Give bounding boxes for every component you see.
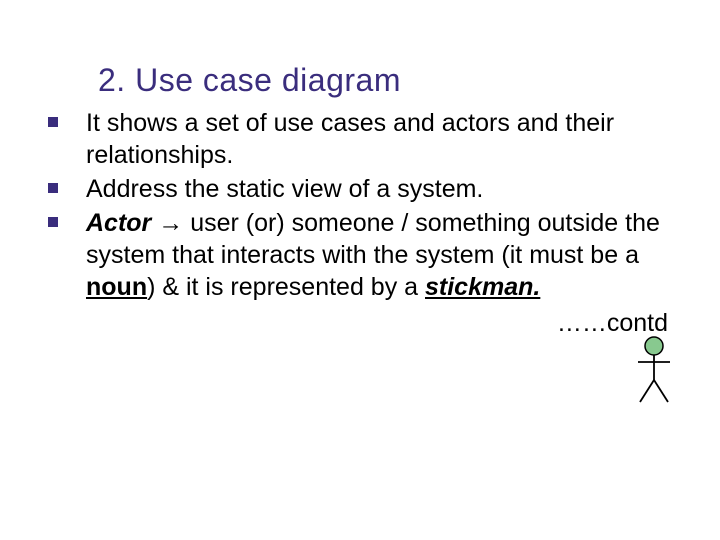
square-bullet-icon (48, 217, 58, 227)
slide-title: 2. Use case diagram (98, 62, 680, 99)
actor-term: Actor (86, 209, 151, 237)
arrow-glyph: → (151, 209, 190, 237)
slide: 2. Use case diagram It shows a set of us… (0, 0, 720, 540)
stickman-icon (634, 336, 674, 406)
bullet-text: It shows a set of use cases and actors a… (86, 107, 680, 171)
definition-text: ) & it is represented by a (147, 273, 425, 301)
stickman-term: stickman. (425, 273, 540, 301)
square-bullet-icon (48, 183, 58, 193)
continued-label: ……contd (46, 309, 668, 338)
bullet-text: Address the static view of a system. (86, 173, 680, 205)
slide-body: It shows a set of use cases and actors a… (46, 107, 680, 338)
bullet-item: It shows a set of use cases and actors a… (46, 107, 680, 171)
square-bullet-icon (48, 117, 58, 127)
bullet-text: Actor → user (or) someone / something ou… (86, 207, 680, 303)
bullet-item: Address the static view of a system. (46, 173, 680, 205)
noun-term: noun (86, 273, 147, 301)
bullet-item: Actor → user (or) someone / something ou… (46, 207, 680, 303)
